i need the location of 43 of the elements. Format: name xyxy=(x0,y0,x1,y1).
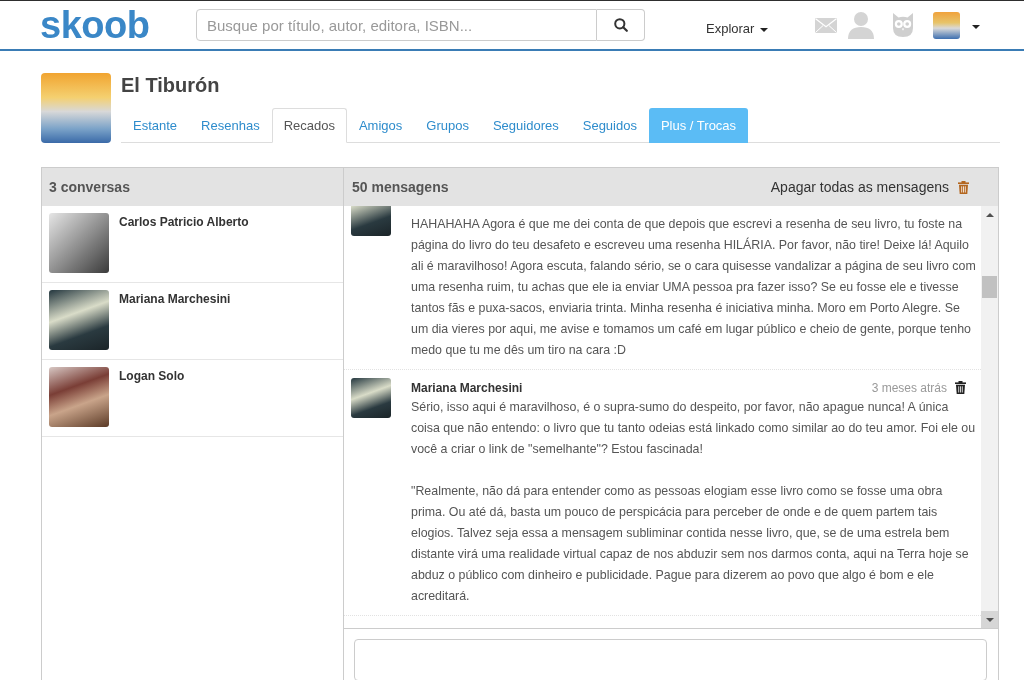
profile-photo xyxy=(41,73,111,143)
profile-tab[interactable]: Recados xyxy=(271,108,347,143)
trash-icon[interactable] xyxy=(955,381,966,394)
profile-tab[interactable]: Seguidos xyxy=(570,108,649,143)
caret-down-icon xyxy=(985,617,994,622)
caret-icon xyxy=(760,28,769,32)
search-field[interactable]: Busque por título, autor, editora, ISBN... xyxy=(196,9,597,41)
conversation-item[interactable]: Mariana Marchesini xyxy=(42,283,343,360)
profile-tab[interactable]: Seguidores xyxy=(480,108,571,143)
search-button[interactable] xyxy=(597,9,645,41)
avatar-photo xyxy=(49,213,109,273)
message-text: HAHAHAHA Agora é que me dei conta de que depois que escrevi a resenha de seu livro, tu foste na página do livro do teu desafeto e escreveu uma resenha HILÁRIA. Por favor, não tire! Deixe lá! Aquilo ali é maravilhoso! Agora escuta, falando sério, se o cara quisesse vandalizar a página de seu livro com uma resenha ruim, tu achas que ele ia enviar UMA pessoa pra fazer isso? Se eu fosse ele e tivesse tantos fãs e puxa-sacos, enviaria trinta. Minha resenha é iniciativa minha. Moro em Porto Alegre. Se um dia vieres por aqui, me avise e tomamos um café em lugar público e cheio de gente, porque tenho medo que tu me dês um tiro na cara :D xyxy=(411,216,977,359)
profile-tab[interactable]: Amigos xyxy=(346,108,415,143)
conversation-item[interactable]: Logan Solo xyxy=(42,360,343,437)
conversation-count: 3 conversas xyxy=(49,179,130,195)
explore-menu[interactable]: Explorar xyxy=(706,20,769,36)
avatar-photo xyxy=(49,290,109,350)
profile-name: El Tiburón xyxy=(121,73,221,97)
profile-tab[interactable]: Resenhas xyxy=(189,108,272,143)
avatar-photo xyxy=(351,206,391,236)
reply-field[interactable] xyxy=(354,639,987,680)
avatar-photo xyxy=(49,367,109,427)
delete-all-button[interactable]: Apagar todas as mensagens xyxy=(770,179,969,195)
contact-name: Carlos Patricio Alberto xyxy=(119,214,249,230)
caret-up-icon xyxy=(985,212,994,217)
scrollbar-thumb[interactable] xyxy=(982,276,997,298)
contact-name: Mariana Marchesini xyxy=(119,291,231,307)
author-name: Mariana Marchesini xyxy=(411,379,523,396)
message-text: "Realmente, não dá para entender como as pessoas elogiam esse livro como se fosse uma obra prima. Ou até dá, basta um pouco de perspicácia para perceber de onde e de quem partem tais elogios. Talvez seja essa a mensagem subliminar contida nesse livro, que, se de uma estrela bem distante virá uma realidade virtual capaz de nos abduzir sem nos darmos conta, aqui na Terra hoje se abduz o público com dinheiro e publicidade. Pague para dizerem ao povo que algo é bom e ele acreditará. xyxy=(411,483,970,605)
avatar-photo[interactable] xyxy=(933,11,961,39)
contact-name: Logan Solo xyxy=(119,368,185,384)
profile-tab[interactable]: Grupos xyxy=(414,108,481,143)
logo[interactable]: skoob xyxy=(40,5,150,45)
message-text: Sério, isso aqui é maravilhoso, é o supra-sumo do despeito, por favor, não apague nunca! A única coisa que não entendo: o livro que tu tanto odeias está linkado como similar ao do teu amor. Foi ele ou você a criar o link de "semelhante"? Estou fascinada! xyxy=(411,399,977,458)
message-time: 3 meses atrás xyxy=(871,379,947,396)
caret-icon xyxy=(972,25,981,29)
profile-tab[interactable]: Plus / Trocas xyxy=(648,108,749,143)
profile-tab[interactable]: Estante xyxy=(121,108,190,143)
avatar-photo xyxy=(351,378,391,418)
scroll-down-button[interactable] xyxy=(981,611,998,628)
search-icon xyxy=(613,18,628,32)
conversation-item[interactable]: Carlos Patricio Alberto xyxy=(42,206,343,283)
message-count: 50 mensagens xyxy=(352,179,449,195)
